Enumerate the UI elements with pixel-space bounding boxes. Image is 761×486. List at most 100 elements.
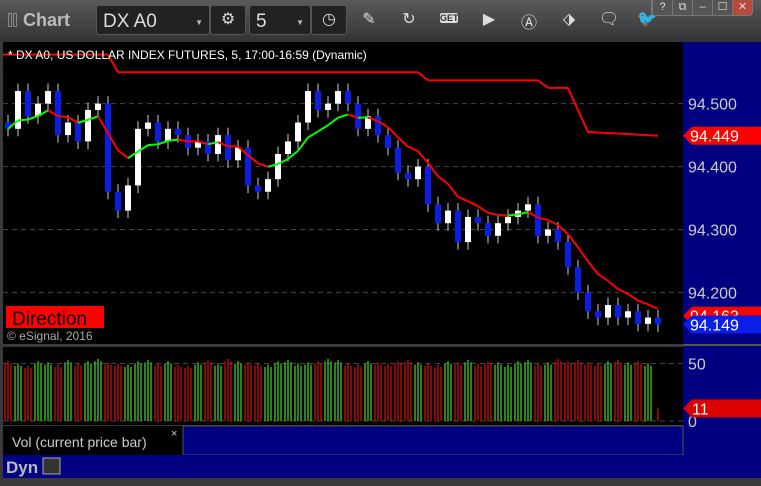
- candle-up: [165, 129, 171, 142]
- price-tick-label: 94.300: [688, 222, 737, 239]
- candle-down: [655, 318, 661, 325]
- candle-down: [175, 129, 181, 135]
- chevron-down-icon: ▼: [296, 18, 304, 27]
- price-tick-label: 94.400: [688, 160, 737, 177]
- candle-down: [435, 204, 441, 223]
- direction-label: Direction: [12, 309, 87, 330]
- moving-average-segment: [148, 144, 158, 145]
- candle-down: [595, 311, 601, 317]
- refresh-study-icon[interactable]: ↻: [398, 9, 420, 29]
- candle-down: [635, 311, 641, 324]
- candle-down: [585, 292, 591, 311]
- settings-gear-icon[interactable]: ⚙: [210, 5, 246, 35]
- link-icon[interactable]: ⬗: [558, 9, 580, 29]
- moving-average-segment: [168, 140, 178, 141]
- candle-down: [225, 135, 231, 160]
- candle-up: [65, 123, 71, 136]
- comment-icon[interactable]: 🗨: [598, 9, 620, 29]
- candle-up: [605, 305, 611, 318]
- candle-down: [255, 185, 261, 191]
- maximize-button[interactable]: ☐: [712, 0, 732, 15]
- candle-up: [295, 123, 301, 142]
- candle-down: [425, 167, 431, 205]
- candle-up: [495, 223, 501, 236]
- candle-up: [505, 217, 511, 223]
- detach-button[interactable]: ⧉: [672, 0, 692, 15]
- candle-down: [375, 116, 381, 135]
- candle-down: [565, 242, 571, 267]
- candle-up: [525, 204, 531, 210]
- moving-average-segment: [18, 120, 28, 121]
- candle-down: [105, 104, 111, 192]
- candle-down: [615, 305, 621, 318]
- candle-up: [265, 179, 271, 192]
- moving-average-segment: [508, 214, 518, 215]
- close-study-button[interactable]: ×: [171, 428, 177, 440]
- candle-up: [415, 167, 421, 180]
- candle-down: [25, 91, 31, 116]
- title-bar: Chart DX A0▼ ⚙ 5▼ ◷ ✎ ↻ GET ▶ Ⓐ ⬗ 🗨 🐦 ? …: [0, 0, 761, 42]
- close-button[interactable]: ✕: [732, 0, 752, 15]
- dynamic-mode-label: Dyn: [6, 458, 38, 477]
- candle-up: [85, 110, 91, 141]
- candle-down: [385, 135, 391, 148]
- help-button[interactable]: ?: [652, 0, 672, 15]
- price-tick-label: 94.500: [688, 97, 737, 114]
- play-icon[interactable]: ▶: [478, 9, 500, 29]
- minimize-button[interactable]: –: [692, 0, 712, 15]
- alert-icon[interactable]: Ⓐ: [518, 9, 540, 33]
- candle-down: [55, 91, 61, 135]
- window-title: Chart: [8, 10, 70, 31]
- pencil-icon[interactable]: ✎: [358, 9, 380, 29]
- candle-down: [535, 204, 541, 235]
- lock-clock-icon[interactable]: [43, 458, 60, 474]
- candle-up: [325, 104, 331, 110]
- get-icon[interactable]: GET: [440, 13, 458, 23]
- copyright-text: © eSignal, 2016: [7, 329, 93, 343]
- candle-up: [335, 91, 341, 104]
- candle-up: [305, 91, 311, 122]
- interval-select[interactable]: 5▼: [249, 5, 311, 35]
- candle-up: [465, 217, 471, 242]
- window-title-text: Chart: [23, 10, 70, 30]
- clock-icon[interactable]: ◷: [311, 5, 347, 35]
- candle-down: [485, 223, 491, 236]
- window-controls: ? ⧉ – ☐ ✕: [651, 0, 753, 16]
- chart-area[interactable]: 94.50094.40094.30094.20094.44994.16394.1…: [0, 42, 761, 481]
- time-axis[interactable]: [3, 455, 683, 478]
- candle-up: [285, 141, 291, 154]
- candle-up: [545, 229, 551, 235]
- candle-up: [95, 104, 101, 110]
- candle-up: [275, 154, 281, 179]
- candle-down: [155, 123, 161, 142]
- candle-down: [575, 267, 581, 292]
- candle-up: [445, 211, 451, 224]
- symbol-value: DX A0: [103, 11, 157, 32]
- symbol-select[interactable]: DX A0 ▼: [96, 5, 210, 35]
- candle-down: [475, 217, 481, 223]
- candle-down: [345, 91, 351, 104]
- last-price-tag: 94.149: [690, 317, 739, 334]
- candle-down: [455, 211, 461, 242]
- upper-line-price-tag: 94.449: [690, 129, 739, 146]
- candle-up: [145, 123, 151, 129]
- candle-up: [645, 318, 651, 324]
- candle-down: [405, 173, 411, 179]
- volume-last-tag: 11: [692, 401, 709, 418]
- chart-header: * DX A0, US DOLLAR INDEX FUTURES, 5, 17:…: [8, 48, 367, 62]
- lower-pane-label: Vol (current price bar): [12, 434, 147, 450]
- candle-down: [555, 229, 561, 242]
- interval-value: 5: [256, 11, 267, 32]
- candle-up: [135, 129, 141, 186]
- volume-tick-label: 50: [688, 357, 706, 374]
- price-tick-label: 94.200: [688, 285, 737, 302]
- candle-down: [115, 192, 121, 211]
- candle-down: [395, 148, 401, 173]
- chevron-down-icon: ▼: [195, 18, 203, 27]
- chart-svg[interactable]: 94.50094.40094.30094.20094.44994.16394.1…: [0, 42, 761, 481]
- price-pane[interactable]: [3, 42, 683, 344]
- candle-up: [215, 135, 221, 154]
- candle-down: [75, 123, 81, 142]
- candle-down: [315, 91, 321, 110]
- candle-up: [45, 91, 51, 104]
